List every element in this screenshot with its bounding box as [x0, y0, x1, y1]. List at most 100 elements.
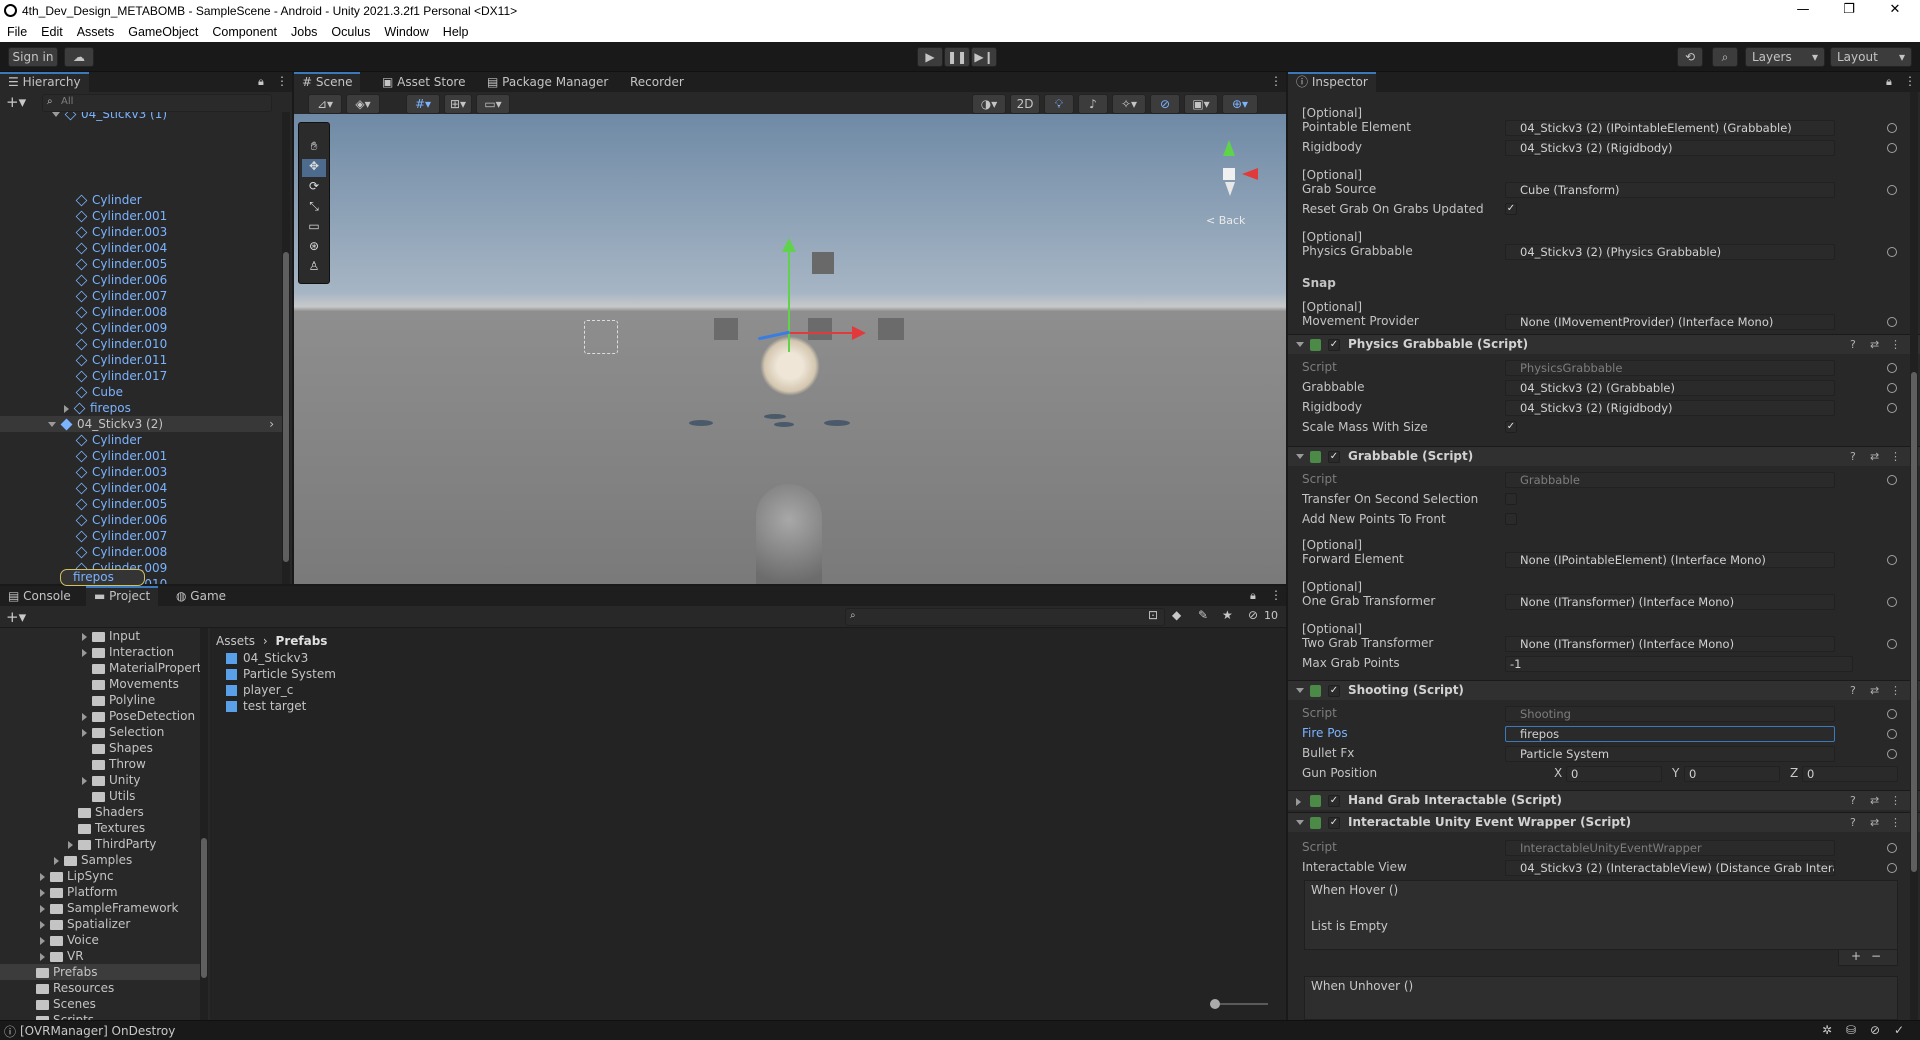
collab-icon[interactable]: ✓ — [1894, 1023, 1904, 1037]
grid-snap-button[interactable]: #▾ — [406, 94, 440, 114]
expand-arrow-icon[interactable] — [1296, 798, 1301, 806]
script-field[interactable]: PhysicsGrabbable — [1505, 360, 1835, 376]
expand-arrow-icon[interactable] — [82, 632, 87, 641]
bug-icon[interactable]: ✲ — [1822, 1023, 1832, 1037]
breadcrumb-prefabs[interactable]: Prefabs — [276, 634, 328, 648]
object-picker-icon[interactable] — [1887, 247, 1897, 257]
folder-item[interactable]: ThirdParty — [0, 836, 200, 852]
list-item[interactable]: Cylinder.006 — [0, 512, 282, 528]
expand-arrow-icon[interactable] — [48, 422, 56, 427]
list-item[interactable]: Cylinder.007 — [0, 528, 282, 544]
menu-edit[interactable]: Edit — [34, 25, 70, 39]
list-item[interactable]: Cylinder.011 — [0, 352, 282, 368]
chevron-right-icon[interactable]: › — [269, 416, 274, 432]
search-icon[interactable]: ⌕ — [1712, 47, 1738, 67]
hidden-packages-icon[interactable]: ⊘ — [1248, 608, 1258, 622]
more-icon[interactable]: ⋮ — [1890, 335, 1901, 354]
pointable-element-field[interactable]: 04_Stickv3 (2) (IPointableElement) (Grab… — [1505, 120, 1835, 136]
step-button[interactable]: ▶❙ — [971, 47, 997, 67]
more-icon[interactable]: ⋮ — [1890, 447, 1901, 466]
gizmo-x-cone[interactable] — [1242, 168, 1258, 180]
expand-arrow-icon[interactable] — [64, 404, 69, 413]
cache-icon[interactable]: ⛁ — [1846, 1023, 1856, 1037]
expand-arrow-icon[interactable] — [82, 712, 87, 721]
y-axis-handle[interactable] — [788, 246, 790, 352]
list-item[interactable]: Cube — [0, 384, 282, 400]
object-picker-icon[interactable] — [1887, 749, 1897, 759]
list-item[interactable]: Cylinder.007 — [0, 288, 282, 304]
menu-file[interactable]: File — [0, 25, 34, 39]
reset-grab-checkbox[interactable]: ✓ — [1505, 203, 1517, 215]
tab-project[interactable]: ▬ Project — [86, 586, 159, 606]
y-axis-arrow-icon[interactable] — [782, 238, 796, 252]
scroll-thumb[interactable] — [283, 252, 289, 562]
gun-position-y[interactable]: 0 — [1684, 766, 1780, 782]
collapse-arrow-icon[interactable] — [1296, 342, 1304, 347]
maximize-button[interactable]: ❐ — [1826, 0, 1872, 22]
list-item[interactable]: Cylinder.008 — [0, 544, 282, 560]
gizmo-y-cone[interactable] — [1223, 140, 1235, 156]
object-picker-icon[interactable] — [1887, 729, 1897, 739]
object-picker-icon[interactable] — [1887, 383, 1897, 393]
menu-assets[interactable]: Assets — [70, 25, 122, 39]
transform-tool-icon[interactable]: ⊛ — [302, 239, 326, 257]
expand-arrow-icon[interactable] — [40, 952, 45, 961]
sign-in-button[interactable]: Sign in — [8, 47, 58, 67]
grabbable-field[interactable]: 04_Stickv3 (2) (Grabbable) — [1505, 380, 1835, 396]
folder-item[interactable]: Shaders — [0, 804, 200, 820]
object-picker-icon[interactable] — [1887, 143, 1897, 153]
play-button[interactable]: ▶ — [917, 47, 943, 67]
highlighted-firepos[interactable]: firepos — [60, 569, 145, 586]
help-icon[interactable]: ? — [1850, 813, 1856, 832]
expand-arrow-icon[interactable] — [52, 112, 60, 117]
expand-arrow-icon[interactable] — [82, 728, 87, 737]
list-item[interactable]: Cylinder — [0, 432, 282, 448]
interactable-view-field[interactable]: 04_Stickv3 (2) (InteractableView) (Dista… — [1505, 860, 1835, 876]
list-item[interactable]: firepos — [0, 400, 282, 416]
scene-viewport[interactable]: ✋︎ ✥ ⟳ ⤡ ▭ ⊛ ♙ < Back — [294, 114, 1286, 584]
asset-item[interactable]: test target — [226, 698, 306, 714]
object-picker-icon[interactable] — [1887, 863, 1897, 873]
tab-scene[interactable]: # Scene — [294, 72, 361, 92]
project-search[interactable]: ⌕ — [845, 608, 1165, 626]
cloud-icon[interactable]: ☁ — [64, 47, 94, 67]
tab-console[interactable]: ▤ Console — [0, 586, 79, 606]
folder-item[interactable]: Textures — [0, 820, 200, 836]
menu-jobs[interactable]: Jobs — [284, 25, 324, 39]
remove-event-icon[interactable]: − — [1871, 949, 1881, 963]
menu-component[interactable]: Component — [205, 25, 284, 39]
expand-arrow-icon[interactable] — [82, 648, 87, 657]
expand-arrow-icon[interactable] — [68, 840, 73, 849]
list-item-selected[interactable]: 04_Stickv3 (2) › — [0, 416, 282, 432]
hand-grab-header[interactable]: ✓ Hand Grab Interactable (Script) ? ⇄ ⋮ — [1288, 790, 1920, 810]
filter-label-icon[interactable]: ◆ — [1172, 608, 1181, 622]
camera-button[interactable]: ▣▾ — [1184, 94, 1218, 114]
tab-hierarchy[interactable]: ☰ Hierarchy — [0, 72, 89, 92]
expand-arrow-icon[interactable] — [40, 904, 45, 913]
gizmo-back-label[interactable]: < Back — [1206, 214, 1245, 227]
scroll-thumb[interactable] — [1911, 372, 1917, 872]
scroll-thumb[interactable] — [201, 838, 207, 978]
folder-item[interactable]: Samples — [0, 852, 200, 868]
collapse-arrow-icon[interactable] — [1296, 454, 1304, 459]
help-icon[interactable]: ? — [1850, 681, 1856, 700]
list-item[interactable]: Cylinder.009 — [0, 320, 282, 336]
physics-grabbable-header[interactable]: ✓ Physics Grabbable (Script) ? ⇄ ⋮ — [1288, 334, 1920, 354]
player-capsule[interactable] — [756, 484, 822, 584]
folder-item[interactable]: Scripts — [0, 1012, 200, 1020]
render-mode-button[interactable]: ◑▾ — [972, 94, 1006, 114]
tab-game[interactable]: ◍ Game — [168, 586, 234, 606]
grabbable-header[interactable]: ✓ Grabbable (Script) ? ⇄ ⋮ — [1288, 446, 1920, 466]
minimize-button[interactable]: — — [1780, 0, 1826, 22]
lock-icon[interactable]: 🔒︎ — [1250, 589, 1256, 603]
folder-item[interactable]: Platform — [0, 884, 200, 900]
preset-icon[interactable]: ⇄ — [1870, 791, 1879, 810]
enable-checkbox[interactable]: ✓ — [1328, 685, 1340, 697]
object-picker-icon[interactable] — [1887, 555, 1897, 565]
list-item[interactable]: Cylinder — [0, 192, 282, 208]
fire-pos-field[interactable]: firepos — [1505, 726, 1835, 742]
script-field[interactable]: Shooting — [1505, 706, 1835, 722]
lighting-icon[interactable]: 💡︎ — [1044, 94, 1074, 114]
help-icon[interactable]: ? — [1850, 791, 1856, 810]
folder-item[interactable]: Scenes — [0, 996, 200, 1012]
